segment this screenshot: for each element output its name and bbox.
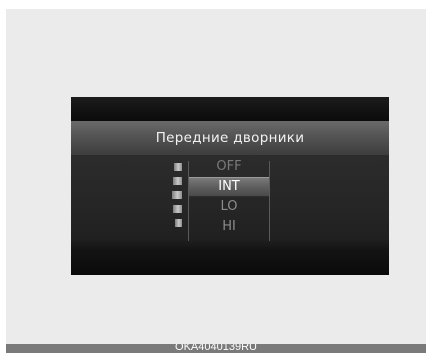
level-bar-2 — [173, 177, 182, 185]
level-bar-5 — [175, 219, 182, 227]
menu-divider-right — [269, 161, 270, 241]
menu-item-off[interactable]: OFF — [189, 157, 269, 177]
level-bar-3 — [172, 191, 182, 199]
illustration-frame: Передние дворники OFF INT LO HI — [6, 9, 426, 344]
wiper-mode-menu: OFF INT LO HI — [189, 157, 269, 237]
caption-bar: OKA4040139RU — [6, 344, 426, 353]
display-body-shade — [71, 239, 389, 250]
image-code-caption: OKA4040139RU — [175, 344, 257, 353]
display-title: Передние дворники — [155, 130, 305, 146]
menu-item-hi[interactable]: HI — [189, 217, 269, 237]
display-bottom-band — [71, 250, 389, 275]
menu-item-lo[interactable]: LO — [189, 197, 269, 217]
menu-item-int[interactable]: INT — [189, 177, 269, 197]
display-top-band — [71, 97, 389, 121]
level-bar-4 — [173, 205, 182, 213]
level-bar-1 — [174, 163, 182, 171]
cluster-display: Передние дворники OFF INT LO HI — [71, 97, 389, 275]
